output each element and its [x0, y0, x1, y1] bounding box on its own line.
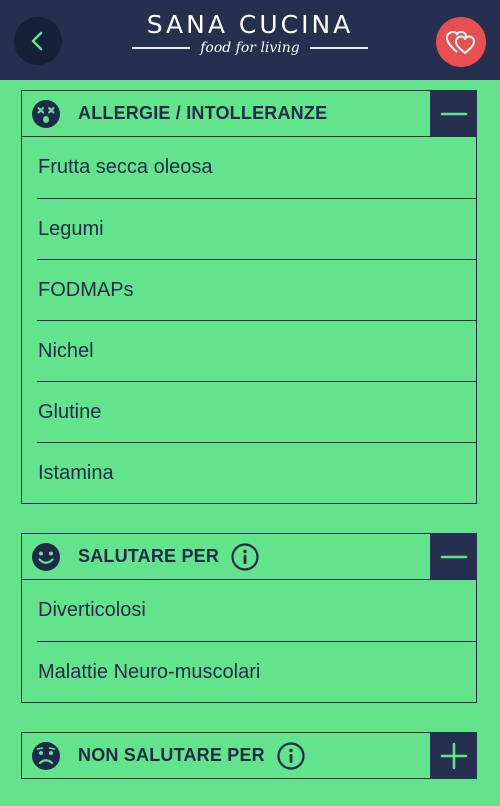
app-header: SANA CUCINA food for living: [0, 0, 500, 80]
item-list: Diverticolosi Malattie Neuro-muscolari: [22, 580, 476, 702]
divider: [132, 47, 191, 49]
list-item[interactable]: Istamina: [37, 442, 476, 503]
sad-face-icon: [31, 741, 61, 771]
favorites-button[interactable]: [436, 17, 486, 67]
collapse-toggle[interactable]: [430, 90, 477, 137]
collapse-toggle[interactable]: [430, 533, 477, 580]
dizzy-face-icon: [31, 99, 61, 129]
section-salutare-per: SALUTARE PER Diverticolosi Malattie Neur…: [21, 533, 477, 703]
section-header[interactable]: SALUTARE PER: [22, 533, 477, 580]
smiling-face-icon: [31, 542, 61, 572]
info-icon[interactable]: [277, 741, 305, 770]
expand-toggle[interactable]: [430, 732, 477, 779]
section-title: NON SALUTARE PER: [78, 745, 265, 765]
list-item[interactable]: Nichel: [37, 320, 476, 381]
item-list: Frutta secca oleosa Legumi FODMAPs Niche…: [22, 137, 476, 503]
info-icon[interactable]: [231, 542, 259, 571]
divider: [309, 47, 368, 49]
brand-logo: SANA CUCINA food for living: [0, 10, 500, 56]
brand-tagline: food for living: [200, 40, 300, 56]
section-title: ALLERGIE / INTOLLERANZE: [78, 103, 328, 123]
list-item[interactable]: FODMAPs: [37, 259, 476, 320]
list-item[interactable]: Diverticolosi: [37, 580, 476, 641]
section-allergie-intolleranze: ALLERGIE / INTOLLERANZE Frutta secca ole…: [21, 90, 477, 504]
list-item[interactable]: Glutine: [37, 381, 476, 442]
plus-icon: [440, 742, 467, 769]
section-non-salutare-per: NON SALUTARE PER: [21, 732, 477, 779]
section-header[interactable]: NON SALUTARE PER: [22, 732, 477, 779]
hearts-icon: [446, 31, 475, 54]
section-header[interactable]: ALLERGIE / INTOLLERANZE: [22, 90, 477, 137]
list-item[interactable]: Malattie Neuro-muscolari: [37, 641, 476, 702]
section-title: SALUTARE PER: [78, 546, 220, 566]
list-item[interactable]: Frutta secca oleosa: [37, 137, 476, 198]
minus-icon: [440, 112, 467, 115]
minus-icon: [440, 555, 467, 558]
brand-name: SANA CUCINA: [146, 10, 354, 39]
list-item[interactable]: Legumi: [37, 198, 476, 259]
